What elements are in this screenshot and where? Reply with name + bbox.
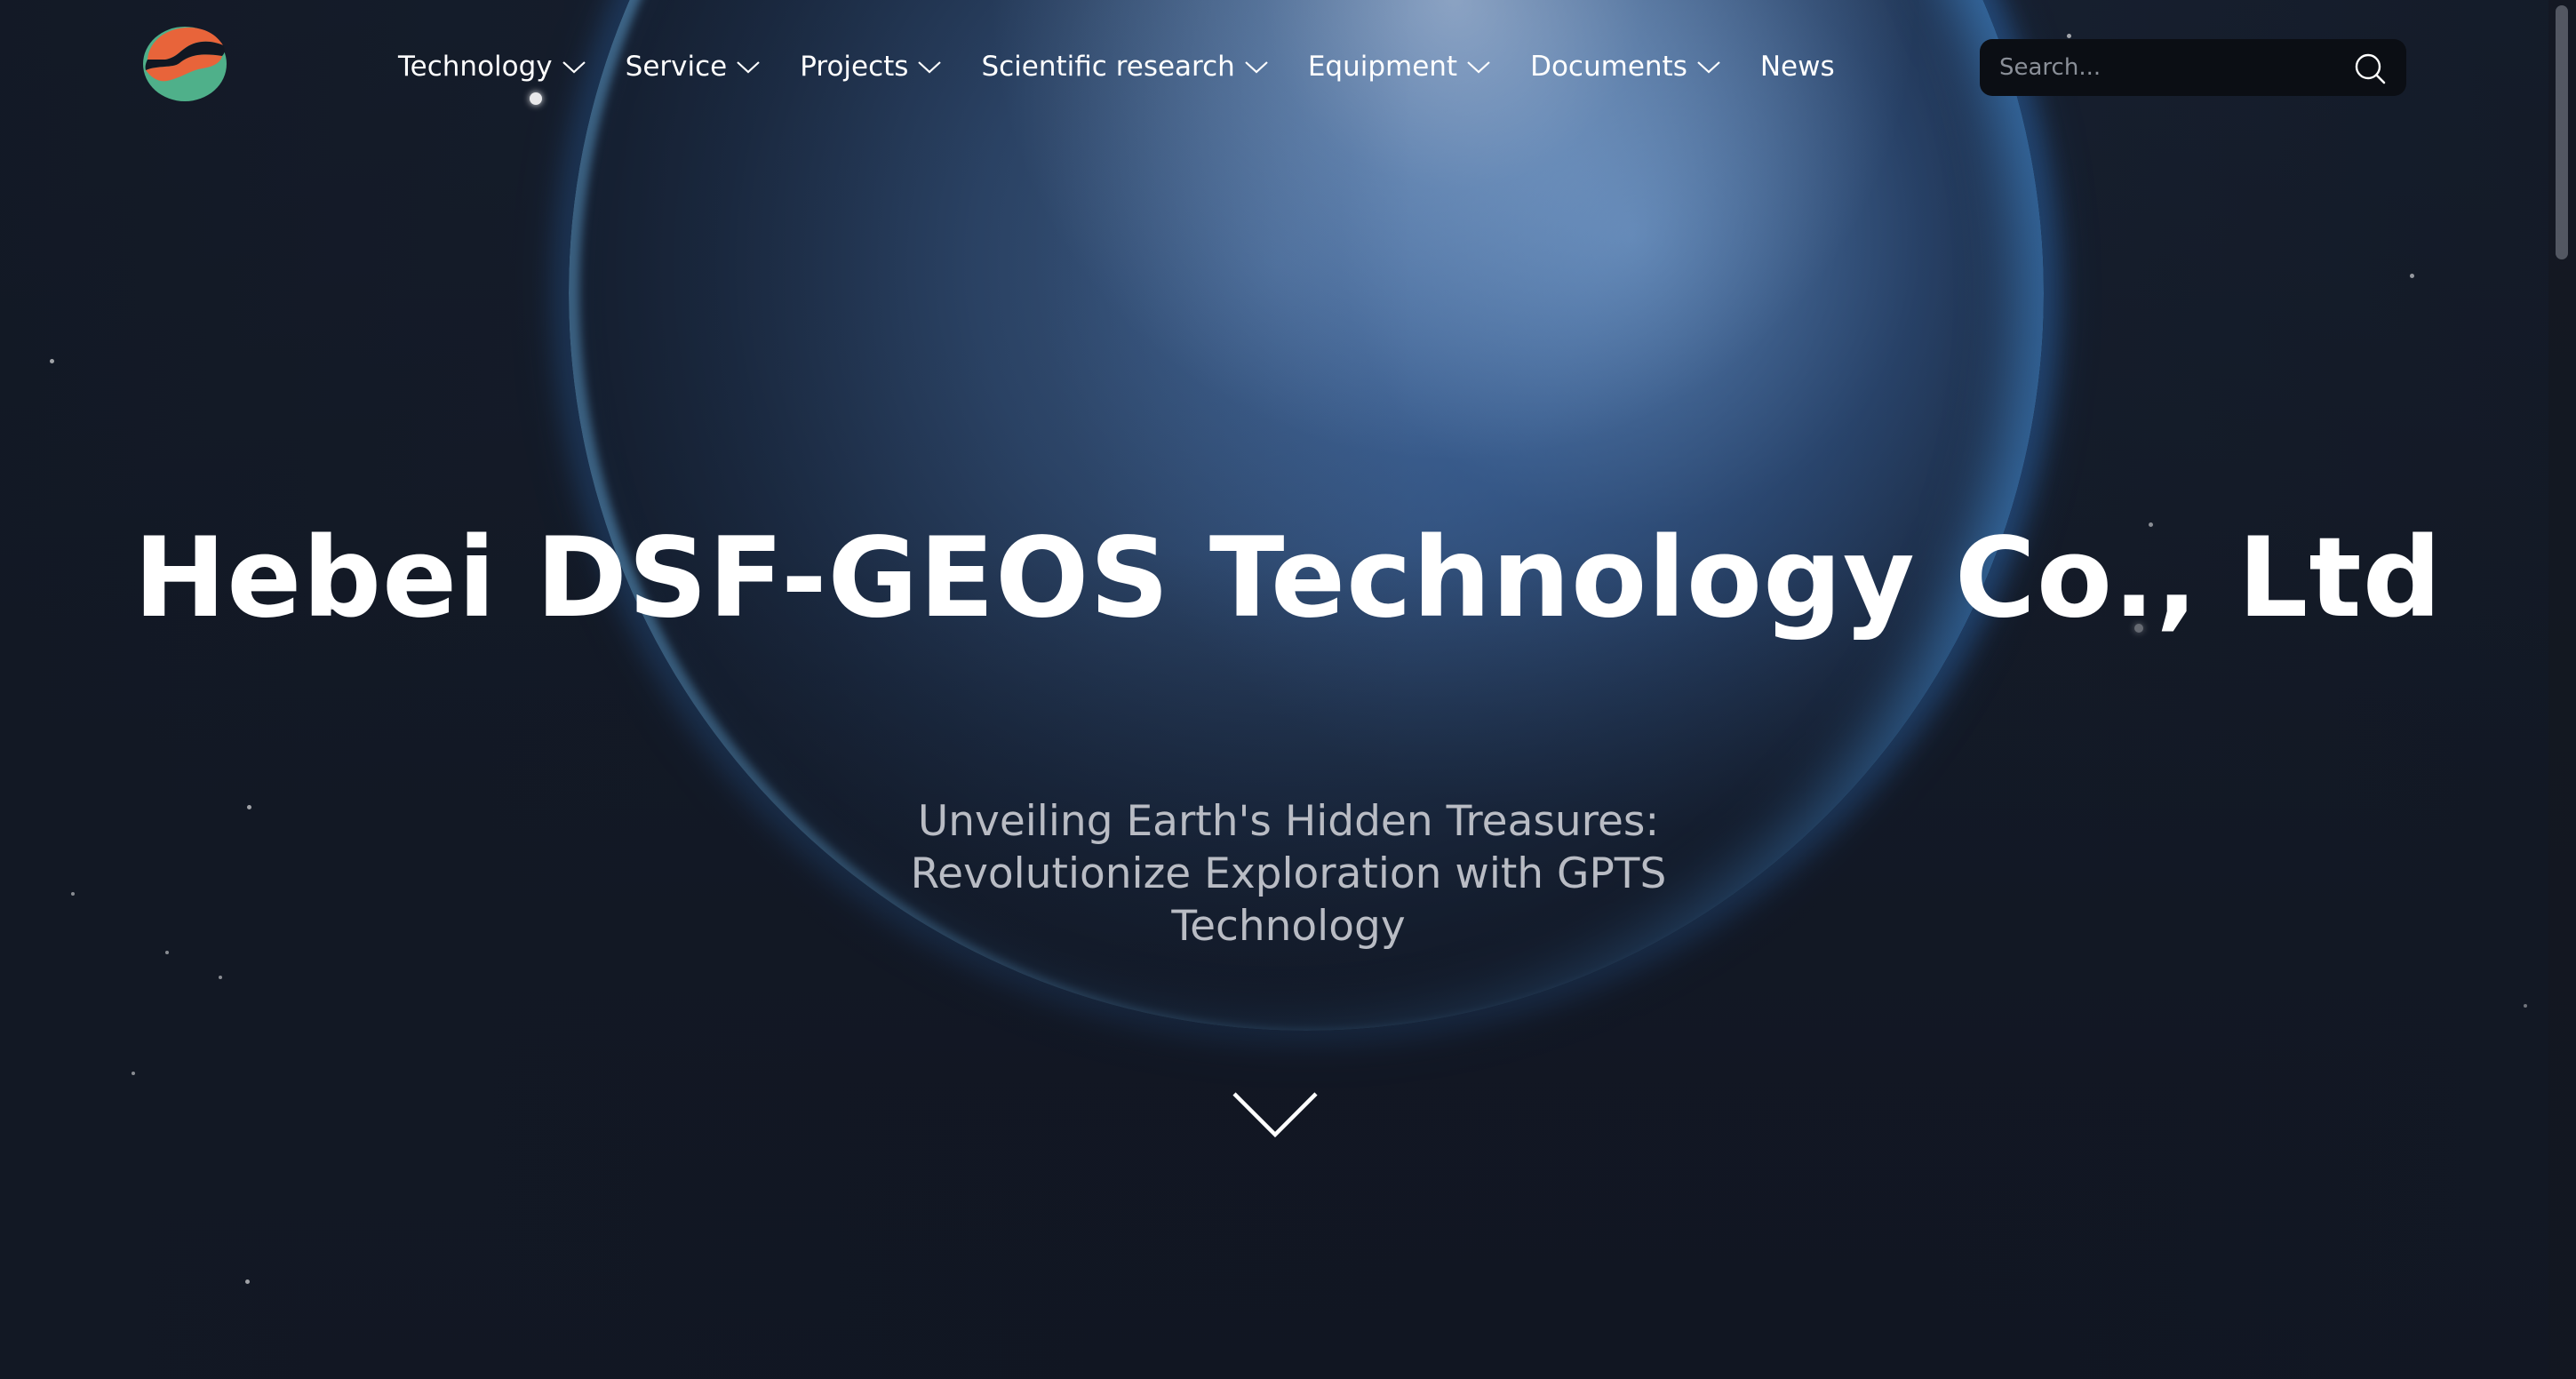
search-box: [1980, 39, 2406, 96]
star: [50, 359, 54, 363]
nav-item-projects[interactable]: Projects: [800, 51, 942, 83]
page: Technology Service Projects Scientific r…: [0, 0, 2576, 1379]
star: [219, 976, 222, 979]
chevron-down-icon: [918, 61, 942, 74]
company-logo[interactable]: [140, 24, 229, 104]
nav-item-label: Documents: [1530, 51, 1687, 83]
search-icon[interactable]: [2353, 52, 2387, 85]
nav-item-service[interactable]: Service: [626, 51, 762, 83]
hero-title: Hebei DSF-GEOS Technology Co., Ltd: [133, 514, 2443, 642]
star: [71, 892, 75, 896]
scrollbar-thumb[interactable]: [2556, 5, 2568, 259]
scroll-down-chevron-icon[interactable]: [1231, 1088, 1320, 1142]
hero-subtitle: Unveiling Earth's Hidden Treasures: Revo…: [910, 797, 1667, 951]
chevron-down-icon: [1245, 61, 1268, 74]
nav-item-label: Projects: [800, 51, 909, 83]
nav-item-scientific-research[interactable]: Scientific research: [981, 51, 1268, 83]
star: [247, 805, 251, 809]
chevron-down-icon: [1697, 61, 1720, 74]
search-input[interactable]: [1998, 53, 2339, 82]
nav-item-label: Equipment: [1307, 51, 1458, 83]
star: [132, 1072, 135, 1075]
chevron-down-icon: [1467, 61, 1490, 74]
page-scrollbar[interactable]: [2548, 0, 2576, 1379]
main-nav: Technology Service Projects Scientific r…: [398, 43, 1835, 91]
nav-item-technology[interactable]: Technology: [398, 51, 586, 83]
site-header: Technology Service Projects Scientific r…: [0, 0, 2576, 133]
background-shading: [0, 0, 2576, 1379]
nav-item-label: Service: [625, 51, 728, 83]
star: [165, 951, 169, 954]
star: [245, 1279, 250, 1284]
nav-item-label: Scientific research: [981, 51, 1235, 83]
nav-item-equipment[interactable]: Equipment: [1308, 51, 1491, 83]
star: [2410, 274, 2414, 278]
chevron-down-icon: [562, 61, 586, 74]
nav-item-label: Technology: [398, 51, 553, 83]
nav-item-news[interactable]: News: [1760, 51, 1835, 83]
star: [2524, 1004, 2527, 1008]
nav-item-documents[interactable]: Documents: [1530, 51, 1721, 83]
chevron-down-icon: [737, 61, 760, 74]
nav-item-label: News: [1759, 51, 1835, 83]
